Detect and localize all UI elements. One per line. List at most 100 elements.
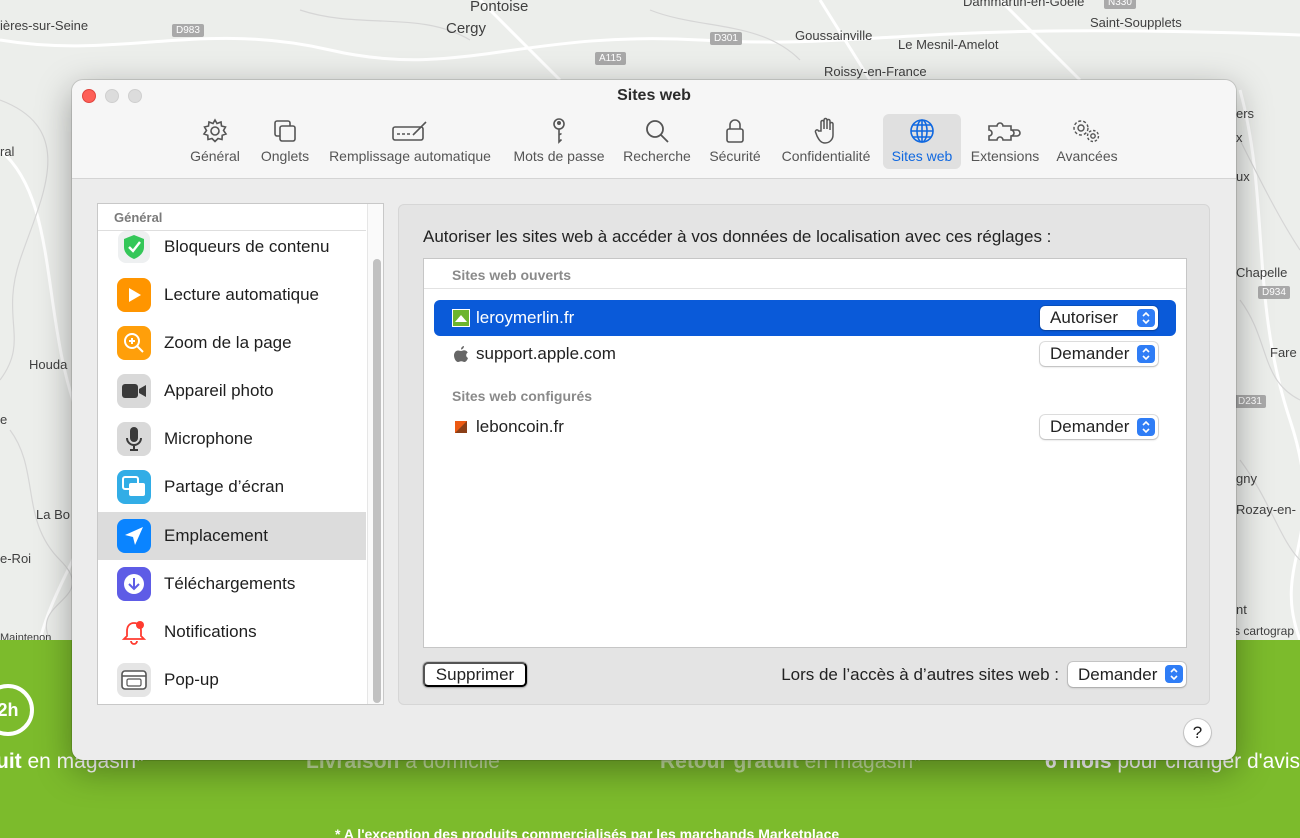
site-permission-select[interactable]: Demander [1040,342,1158,366]
gear-icon [200,118,230,144]
sidebar-item-downloads[interactable]: Téléchargements [98,560,366,608]
hand-icon [811,117,841,144]
chevron-up-down-icon [1137,309,1155,327]
sidebar-item-label: Téléchargements [164,574,296,593]
site-name: leboncoin.fr [476,417,564,436]
sidebar-item-screen-sharing[interactable]: Partage d’écran [98,463,366,511]
open-sites-section-label: Sites web ouverts [452,267,572,283]
site-permission-select[interactable]: Autoriser [1040,306,1158,330]
tab-autofill[interactable]: Remplissage automatique [324,114,496,169]
map-label-gny: gny [1236,471,1257,486]
banner-footnote: * A l'exception des produits commerciali… [335,826,840,838]
help-button[interactable]: ? [1184,719,1211,746]
map-label-fare: Fare [1270,345,1297,360]
sidebar-item-autoplay[interactable]: Lecture automatique [98,271,366,319]
select-value: Demander [1050,344,1130,363]
safari-preferences-window: Sites web Général Onglets Remplissage au… [72,80,1236,760]
screen-share-icon [117,470,151,504]
sidebar-item-microphone[interactable]: Microphone [98,415,366,463]
site-row-leboncoin[interactable]: leboncoin.fr Demander [434,409,1176,445]
sidebar-scrollbar[interactable] [367,204,383,704]
site-row-apple[interactable]: support.apple.com Demander [434,336,1176,372]
sidebar-item-label: Zoom de la page [164,333,292,352]
map-label-ers: ers [1236,106,1255,121]
tab-general[interactable]: Général [184,114,246,169]
site-name: support.apple.com [476,344,616,363]
clock-icon: 2h [0,684,34,736]
site-name: leroymerlin.fr [476,308,575,327]
tab-onglets[interactable]: Onglets [255,114,315,169]
sidebar-item-camera[interactable]: Appareil photo [98,367,366,415]
bell-icon [117,615,151,649]
select-value: Autoriser [1050,308,1119,327]
road-badge: A115 [595,52,626,65]
site-permission-select[interactable]: Demander [1040,415,1158,439]
autofill-icon [390,118,430,144]
tab-label: Général [190,148,240,164]
remove-button[interactable]: Supprimer [423,662,527,687]
tab-search[interactable]: Recherche [619,114,695,169]
sidebar-item-label: Lecture automatique [164,285,319,304]
map-label-cartograp: s cartograp [1234,624,1295,638]
map-label-x: x [1236,130,1243,145]
road-badge: D934 [1258,286,1290,299]
map-label-chapelle: Chapelle [1236,265,1288,280]
sidebar-item-label: Appareil photo [164,381,274,400]
map-label-maintenon: Maintenon [0,632,52,640]
other-sites-label: Lors de l’accès à d’autres sites web : [781,665,1059,684]
key-icon [544,118,574,144]
tab-label: Remplissage automatique [329,148,491,164]
sidebar-item-label: Pop-up [164,670,219,689]
scrollbar-thumb[interactable] [373,259,381,703]
window-toolbar: Sites web Général Onglets Remplissage au… [72,80,1236,179]
map-label-sur-seine: ières-sur-Seine [0,18,89,33]
sidebar-item-content-blockers[interactable]: Bloqueurs de contenu [98,223,366,271]
tab-label: Avancées [1056,148,1118,164]
sidebar-item-location[interactable]: Emplacement [98,512,366,560]
sidebar-item-page-zoom[interactable]: Zoom de la page [98,319,366,367]
select-value: Demander [1050,417,1130,436]
microphone-icon [117,422,151,456]
tab-security[interactable]: Sécurité [704,114,766,169]
road-badge: D983 [172,24,204,37]
chevron-up-down-icon [1165,665,1183,683]
tab-label: Recherche [623,148,691,164]
sidebar-item-label: Microphone [164,429,253,448]
popup-window-icon [117,663,151,697]
other-sites-select[interactable]: Demander [1068,662,1186,687]
configured-sites-section-label: Sites web configurés [452,388,593,404]
map-label-goussainville: Goussainville [795,28,873,43]
map-label-e-roi: e-Roi [0,551,32,566]
tab-advanced[interactable]: Avancées [1051,114,1123,169]
tab-passwords[interactable]: Mots de passe [506,114,612,169]
sidebar-item-label: Emplacement [164,526,268,545]
sidebar-item-popups[interactable]: Pop-up [98,656,366,704]
tab-label: Sites web [891,148,953,164]
panel-description: Autoriser les sites web à accéder à vos … [423,227,1052,246]
map-label-cergy: Cergy [446,20,487,37]
tab-extensions[interactable]: Extensions [966,114,1044,169]
tab-websites[interactable]: Sites web [883,114,961,169]
websites-table: Sites web ouverts leroymerlin.fr Autoris… [423,258,1187,648]
map-label-houda: Houda [29,357,68,372]
road-badge: D301 [710,32,742,45]
leroymerlin-favicon [452,309,470,327]
sidebar-item-notifications[interactable]: Notifications [98,608,366,656]
tabs-icon [270,118,300,144]
search-icon [642,118,672,144]
map-label-nt: nt [1236,602,1247,617]
tab-label: Onglets [260,148,310,164]
site-row-leroymerlin[interactable]: leroymerlin.fr Autoriser [434,300,1176,336]
map-label-ux: ux [1236,169,1250,184]
content-blocker-icon [117,230,151,264]
globe-icon [907,118,937,144]
puzzle-icon [985,118,1025,144]
leboncoin-favicon [452,418,470,436]
tab-privacy[interactable]: Confidentialité [775,114,877,169]
sidebar-item-label: Partage d’écran [164,477,285,496]
chevron-up-down-icon [1137,418,1155,436]
map-label-dammartin: Dammartin-en-Goële [963,0,1085,9]
map-label-la-bo: La Bo [36,507,70,522]
lock-icon [720,118,750,144]
map-label-roissy: Roissy-en-France [824,64,927,79]
